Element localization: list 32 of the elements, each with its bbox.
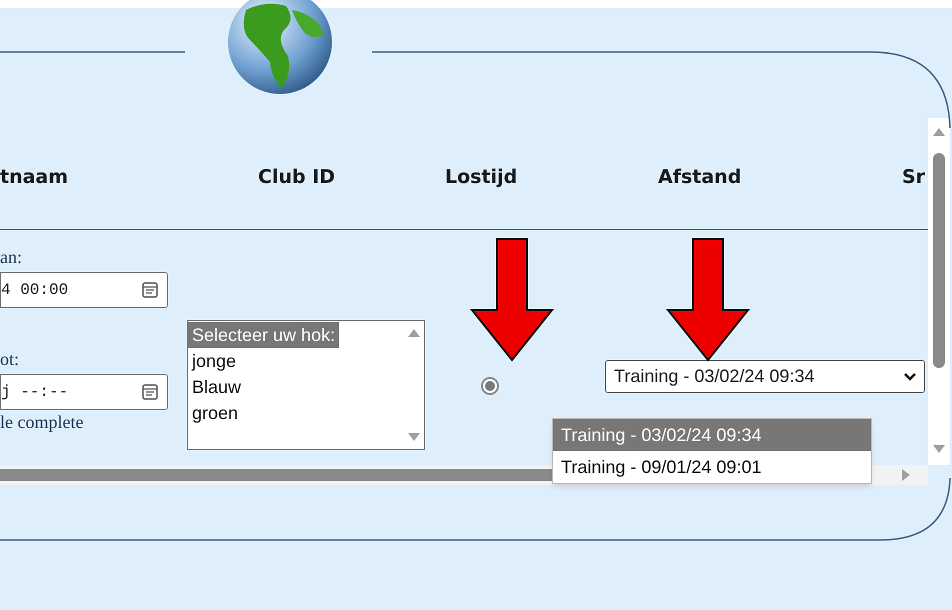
- scroll-down-icon[interactable]: [933, 445, 945, 453]
- column-header: tnaam: [0, 164, 70, 190]
- scrollbar-thumb[interactable]: [933, 153, 945, 368]
- note-text: le complete: [0, 411, 84, 434]
- date-input[interactable]: 4 00:00: [0, 272, 168, 308]
- down-arrow-icon: [666, 238, 750, 362]
- list-option[interactable]: Selecteer uw hok:: [188, 322, 340, 348]
- list-option[interactable]: Blauw: [188, 374, 246, 400]
- from-label: an:: [0, 246, 23, 268]
- to-label: ot:: [0, 348, 20, 370]
- scroll-up-icon[interactable]: [408, 329, 420, 337]
- column-header: Sr: [902, 164, 926, 190]
- column-header: Club ID: [258, 164, 336, 190]
- dropdown-option[interactable]: Training - 03/02/24 09:34: [553, 419, 871, 451]
- dropdown-option[interactable]: Training - 09/01/24 09:01: [553, 451, 871, 483]
- radio-button[interactable]: [481, 377, 499, 395]
- list-option[interactable]: groen: [188, 400, 242, 426]
- globe-icon: [226, 0, 334, 96]
- scroll-right-icon[interactable]: [902, 469, 910, 481]
- scroll-down-icon[interactable]: [408, 433, 420, 441]
- down-arrow-icon: [470, 238, 554, 362]
- race-select[interactable]: Training - 03/02/24 09:34: [605, 360, 925, 393]
- list-option[interactable]: jonge: [188, 348, 240, 374]
- column-header: Lostijd: [445, 164, 518, 190]
- calendar-icon[interactable]: [141, 281, 159, 299]
- vertical-scrollbar[interactable]: [928, 118, 950, 465]
- calendar-icon[interactable]: [141, 383, 159, 401]
- scroll-up-icon[interactable]: [933, 128, 945, 136]
- column-header: Afstand: [658, 164, 742, 190]
- chevron-down-icon: [904, 372, 916, 380]
- date-input[interactable]: j --:--: [0, 374, 168, 410]
- loft-listbox[interactable]: Selecteer uw hok: jonge Blauw groen: [187, 320, 425, 450]
